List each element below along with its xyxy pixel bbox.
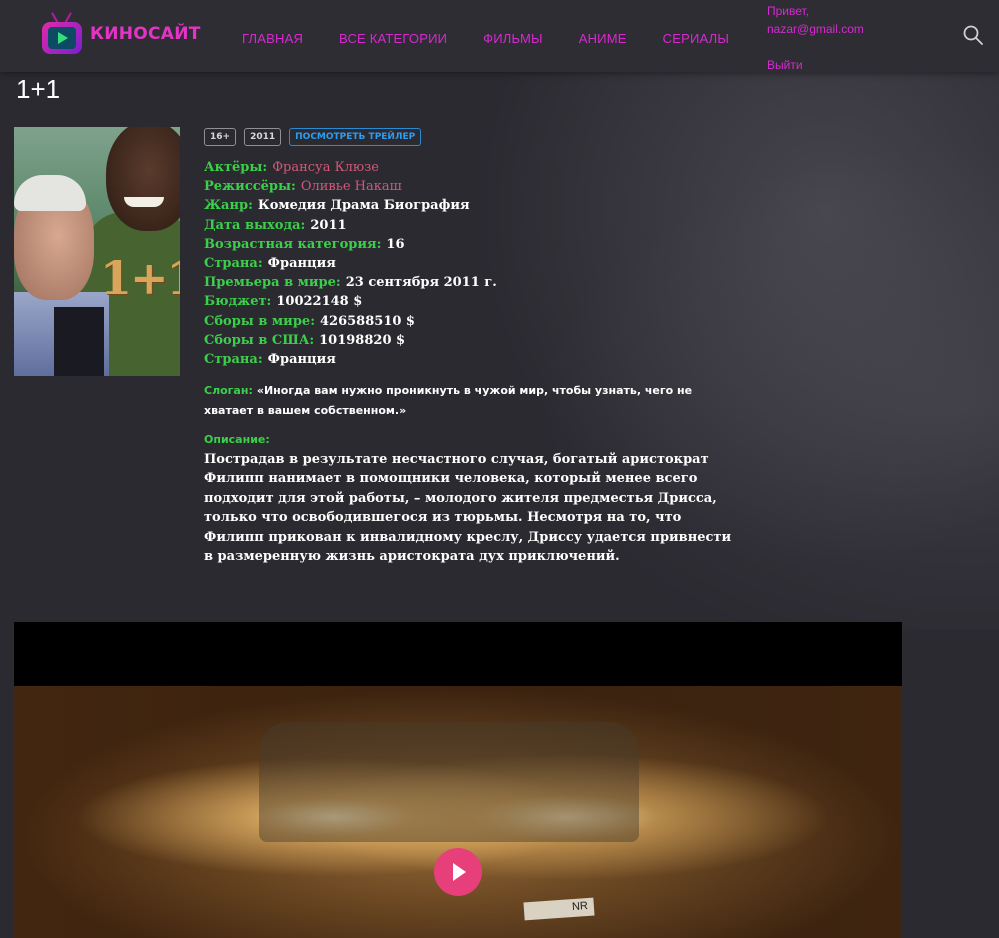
info-value: 23 сентября 2011 г. xyxy=(345,275,497,291)
info-label: Страна: xyxy=(204,255,263,271)
info-label: Сборы в США: xyxy=(204,332,315,348)
movie-title: 1+1 xyxy=(16,74,61,104)
info-row-release-date: Дата выхода: 2011 xyxy=(204,216,497,235)
info-row-usa-gross: Сборы в США: 10198820 $ xyxy=(204,331,497,350)
nav-series[interactable]: СЕРИАЛЫ xyxy=(663,31,729,46)
info-label: Жанр: xyxy=(204,198,253,214)
user-email: nazar@gmail.com xyxy=(767,22,864,36)
info-value: 10022148 $ xyxy=(276,294,363,310)
info-label: Актёры: xyxy=(204,160,268,175)
info-row-world-gross: Сборы в мире: 426588510 $ xyxy=(204,312,497,331)
info-value: 426588510 $ xyxy=(320,313,415,329)
greeting-text: Привет, xyxy=(767,4,810,18)
info-value: Комедия Драма Биография xyxy=(257,198,470,214)
info-label: Режиссёры: xyxy=(204,179,296,195)
logout-link[interactable]: Выйти xyxy=(767,56,864,74)
info-value: 16 xyxy=(386,236,405,252)
description-text: Пострадав в результате несчастного случа… xyxy=(204,452,732,565)
tv-logo-icon xyxy=(40,12,84,56)
logo-text: КИНОСАЙТ xyxy=(90,24,201,44)
info-row-genre: Жанр: Комедия Драма Биография xyxy=(204,196,497,215)
info-row-directors: Режиссёры: Оливье Накаш xyxy=(204,177,497,196)
nav-home[interactable]: ГЛАВНАЯ xyxy=(242,31,303,46)
user-panel: Привет, nazar@gmail.com Выйти xyxy=(767,2,864,74)
info-label: Сборы в мире: xyxy=(204,313,315,329)
actor-link[interactable]: Франсуа Клюзе xyxy=(272,160,379,175)
movie-poster: 1+1 xyxy=(14,127,180,376)
nav-anime[interactable]: АНИМЕ xyxy=(579,31,627,46)
poster-title: 1+1 xyxy=(100,251,180,305)
year-badge: 2011 xyxy=(244,128,282,146)
badges: 16+ 2011 ПОСМОТРЕТЬ ТРЕЙЛЕР xyxy=(204,128,429,146)
info-value: 10198820 $ xyxy=(319,332,406,348)
director-link[interactable]: Оливье Накаш xyxy=(301,179,402,194)
info-value: Франция xyxy=(267,351,336,367)
info-row-budget: Бюджет: 10022148 $ xyxy=(204,292,497,311)
video-player[interactable]: NR xyxy=(14,622,902,938)
info-row-country: Страна: Франция xyxy=(204,254,497,273)
slogan: Слоган: «Иногда вам нужно проникнуть в чу… xyxy=(204,381,744,421)
site-header: КИНОСАЙТ ГЛАВНАЯ ВСЕ КАТЕГОРИИ ФИЛЬМЫ АН… xyxy=(0,0,999,72)
info-row-age-rating: Возрастная категория: 16 xyxy=(204,235,497,254)
search-icon[interactable] xyxy=(963,25,983,45)
play-icon xyxy=(453,863,466,881)
info-value: 2011 xyxy=(310,217,347,233)
nav-movies[interactable]: ФИЛЬМЫ xyxy=(483,31,543,46)
slogan-label: Слоган: xyxy=(204,384,253,397)
plate-text: NR xyxy=(571,899,589,914)
description-label: Описание: xyxy=(204,433,270,446)
site-logo[interactable]: КИНОСАЙТ xyxy=(40,12,201,56)
info-label: Бюджет: xyxy=(204,294,272,310)
info-row-actors: Актёры: Франсуа Клюзе xyxy=(204,158,497,177)
watch-trailer-button[interactable]: ПОСМОТРЕТЬ ТРЕЙЛЕР xyxy=(289,128,422,146)
info-row-world-premiere: Премьера в мире: 23 сентября 2011 г. xyxy=(204,273,497,292)
play-button[interactable] xyxy=(434,848,482,896)
main-nav: ГЛАВНАЯ ВСЕ КАТЕГОРИИ ФИЛЬМЫ АНИМЕ СЕРИА… xyxy=(242,31,765,46)
info-label: Возрастная категория: xyxy=(204,236,382,252)
info-label: Премьера в мире: xyxy=(204,275,341,291)
slogan-text: «Иногда вам нужно проникнуть в чужой мир… xyxy=(204,384,693,417)
movie-info: Актёры: Франсуа Клюзе Режиссёры: Оливье На… xyxy=(204,158,497,369)
info-label: Дата выхода: xyxy=(204,217,306,233)
video-scene-car xyxy=(259,722,639,842)
info-row-country-2: Страна: Франция xyxy=(204,350,497,369)
info-value: Франция xyxy=(267,255,336,271)
age-badge: 16+ xyxy=(204,128,237,146)
nav-all-categories[interactable]: ВСЕ КАТЕГОРИИ xyxy=(339,31,447,46)
info-label: Страна: xyxy=(204,351,263,367)
